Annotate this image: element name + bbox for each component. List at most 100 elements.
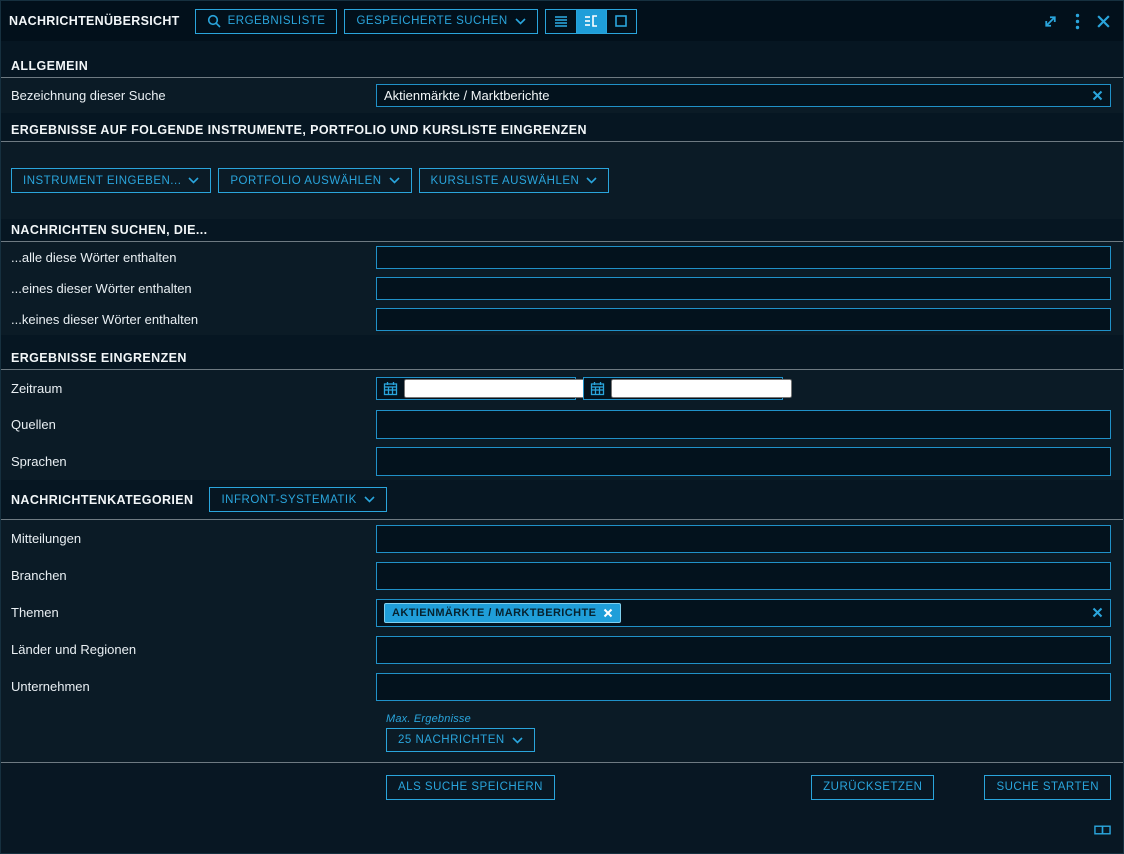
save-search-label: ALS SUCHE SPEICHERN	[398, 781, 543, 793]
languages-input[interactable]	[384, 454, 1103, 469]
any-words-row: ...eines dieser Wörter enthalten	[1, 273, 1123, 304]
announcements-row: Mitteilungen	[1, 520, 1123, 557]
none-words-input[interactable]	[384, 312, 1103, 327]
topics-label: Themen	[1, 605, 376, 620]
search-name-row: Bezeichnung dieser Suche	[1, 78, 1123, 113]
calendar-icon[interactable]	[590, 381, 605, 396]
sources-row: Quellen	[1, 406, 1123, 443]
single-view-icon[interactable]	[606, 10, 636, 33]
period-from-field[interactable]	[376, 377, 576, 400]
link-icon[interactable]	[1094, 824, 1111, 836]
companies-field[interactable]	[376, 673, 1111, 701]
section-title: ERGEBNISSE AUF FOLGENDE INSTRUMENTE, POR…	[11, 123, 587, 137]
calendar-icon[interactable]	[383, 381, 398, 396]
search-name-label: Bezeichnung dieser Suche	[1, 88, 376, 103]
section-header-nachrichtenkategorien: NACHRICHTENKATEGORIEN INFRONT-SYSTEMATIK	[1, 480, 1123, 520]
period-from-input[interactable]	[404, 379, 585, 398]
start-search-label: SUCHE STARTEN	[996, 781, 1099, 793]
section-header-ergebnisse-eingrenzen: ERGEBNISSE EINGRENZEN	[1, 335, 1123, 370]
window-controls	[1042, 13, 1111, 30]
max-results-value: 25 NACHRICHTEN	[398, 734, 505, 746]
sources-input[interactable]	[384, 417, 1103, 432]
section-title: NACHRICHTENKATEGORIEN	[11, 493, 193, 507]
quotelist-dropdown-label: KURSLISTE AUSWÄHLEN	[431, 175, 580, 187]
industries-label: Branchen	[1, 568, 376, 583]
industries-row: Branchen	[1, 557, 1123, 594]
any-words-label: ...eines dieser Wörter enthalten	[1, 281, 376, 296]
period-to-field[interactable]	[583, 377, 783, 400]
instrument-dropdown[interactable]: INSTRUMENT EINGEBEN...	[11, 168, 211, 193]
countries-label: Länder und Regionen	[1, 642, 376, 657]
companies-input[interactable]	[384, 679, 1103, 694]
announcements-input[interactable]	[384, 531, 1103, 546]
chevron-down-icon	[188, 177, 199, 184]
search-icon	[207, 14, 221, 28]
instrument-filter-row: INSTRUMENT EINGEBEN... PORTFOLIO AUSWÄHL…	[1, 142, 1123, 219]
industries-input[interactable]	[384, 568, 1103, 583]
chevron-down-icon	[586, 177, 597, 184]
topic-tag[interactable]: AKTIENMÄRKTE / MARKTBERICHTE	[384, 603, 621, 623]
industries-field[interactable]	[376, 562, 1111, 590]
countries-row: Länder und Regionen	[1, 631, 1123, 668]
max-results-block: Max. Ergebnisse 25 NACHRICHTEN	[1, 705, 1123, 763]
news-search-window: NACHRICHTENÜBERSICHT ERGEBNISLISTE GESPE…	[0, 0, 1124, 854]
announcements-field[interactable]	[376, 525, 1111, 553]
remove-tag-icon[interactable]	[603, 608, 613, 618]
none-words-label: ...keines dieser Wörter enthalten	[1, 312, 376, 327]
expand-icon[interactable]	[1042, 13, 1059, 30]
saved-searches-label: GESPEICHERTE SUCHEN	[356, 15, 507, 27]
footer-actions: ALS SUCHE SPEICHERN ZURÜCKSETZEN SUCHE S…	[1, 763, 1123, 811]
any-words-field[interactable]	[376, 277, 1111, 300]
systematic-dropdown-label: INFRONT-SYSTEMATIK	[221, 494, 356, 506]
companies-label: Unternehmen	[1, 679, 376, 694]
titlebar: NACHRICHTENÜBERSICHT ERGEBNISLISTE GESPE…	[1, 1, 1123, 41]
all-words-input[interactable]	[384, 250, 1103, 265]
quotelist-dropdown[interactable]: KURSLISTE AUSWÄHLEN	[419, 168, 610, 193]
period-label: Zeitraum	[1, 381, 376, 396]
topics-row: Themen AKTIENMÄRKTE / MARKTBERICHTE	[1, 594, 1123, 631]
any-words-input[interactable]	[384, 281, 1103, 296]
all-words-row: ...alle diese Wörter enthalten	[1, 242, 1123, 273]
save-search-button[interactable]: ALS SUCHE SPEICHERN	[386, 775, 555, 800]
max-results-dropdown[interactable]: 25 NACHRICHTEN	[386, 728, 535, 752]
chevron-down-icon	[515, 18, 526, 25]
split-view-icon[interactable]	[576, 10, 606, 33]
period-row: Zeitraum	[1, 370, 1123, 406]
reset-label: ZURÜCKSETZEN	[823, 781, 922, 793]
start-search-button[interactable]: SUCHE STARTEN	[984, 775, 1111, 800]
all-words-field[interactable]	[376, 246, 1111, 269]
section-title: ERGEBNISSE EINGRENZEN	[11, 351, 187, 365]
portfolio-dropdown[interactable]: PORTFOLIO AUSWÄHLEN	[218, 168, 411, 193]
section-header-instrumente: ERGEBNISSE AUF FOLGENDE INSTRUMENTE, POR…	[1, 113, 1123, 142]
languages-field[interactable]	[376, 447, 1111, 476]
page-title: NACHRICHTENÜBERSICHT	[9, 14, 180, 28]
reset-button[interactable]: ZURÜCKSETZEN	[811, 775, 934, 800]
clear-icon[interactable]	[1092, 607, 1103, 618]
chevron-down-icon	[512, 737, 523, 744]
countries-field[interactable]	[376, 636, 1111, 664]
sources-field[interactable]	[376, 410, 1111, 439]
period-to-input[interactable]	[611, 379, 792, 398]
topic-tag-label: AKTIENMÄRKTE / MARKTBERICHTE	[392, 607, 596, 619]
countries-input[interactable]	[384, 642, 1103, 657]
bottom-strip	[1, 811, 1123, 853]
list-view-icon[interactable]	[546, 10, 576, 33]
systematic-dropdown[interactable]: INFRONT-SYSTEMATIK	[209, 487, 386, 512]
announcements-label: Mitteilungen	[1, 531, 376, 546]
view-toggle	[545, 9, 637, 34]
close-icon[interactable]	[1096, 14, 1111, 29]
languages-row: Sprachen	[1, 443, 1123, 480]
results-list-label: ERGEBNISLISTE	[228, 15, 326, 27]
results-list-button[interactable]: ERGEBNISLISTE	[195, 9, 338, 34]
saved-searches-dropdown[interactable]: GESPEICHERTE SUCHEN	[344, 9, 537, 34]
sources-label: Quellen	[1, 417, 376, 432]
topics-field[interactable]: AKTIENMÄRKTE / MARKTBERICHTE	[376, 599, 1111, 627]
chevron-down-icon	[389, 177, 400, 184]
kebab-menu-icon[interactable]	[1075, 13, 1080, 30]
clear-icon[interactable]	[1092, 90, 1103, 101]
search-name-input[interactable]	[384, 88, 1086, 103]
section-header-allgemein: ALLGEMEIN	[1, 41, 1123, 78]
none-words-field[interactable]	[376, 308, 1111, 331]
search-name-field[interactable]	[376, 84, 1111, 107]
chevron-down-icon	[364, 496, 375, 503]
